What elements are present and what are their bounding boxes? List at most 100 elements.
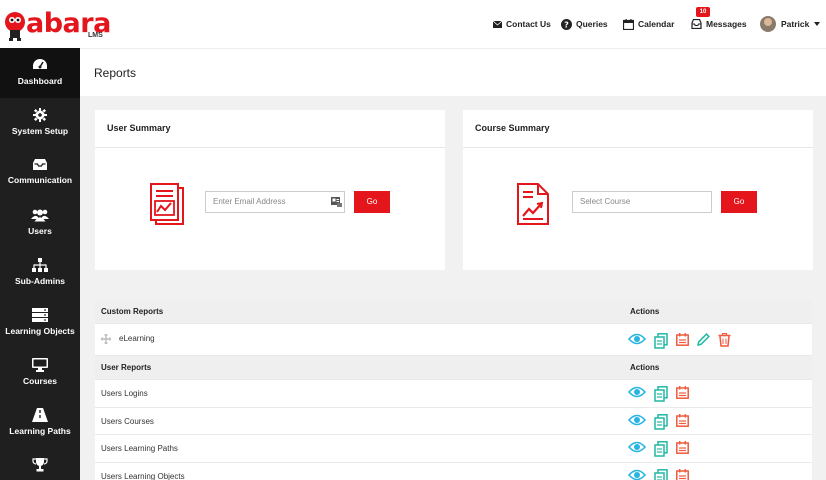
- course-summary-title: Course Summary: [475, 123, 550, 133]
- sidebar-item-learning-objects[interactable]: Learning Objects: [0, 298, 80, 348]
- users-icon: [31, 209, 49, 222]
- trophy-icon: [32, 458, 48, 472]
- delete-trash-icon[interactable]: [718, 333, 731, 347]
- page-header: Reports: [80, 48, 826, 96]
- sidebar: Dashboard System Setup Communication Use…: [0, 48, 80, 480]
- messages-badge: 10: [696, 7, 710, 17]
- schedule-calendar-icon[interactable]: [676, 333, 689, 346]
- sidebar-item-label: System Setup: [11, 126, 69, 136]
- table-row: Users Logins: [95, 380, 812, 408]
- select-course-input[interactable]: Select Course: [572, 191, 712, 213]
- avatar: [760, 16, 776, 32]
- contact-card-icon[interactable]: [331, 197, 342, 207]
- custom-reports-header: Custom Reports: [101, 307, 164, 316]
- sidebar-item-communication[interactable]: Communication: [0, 148, 80, 198]
- copy-icon[interactable]: [654, 468, 668, 480]
- user-summary-go-button[interactable]: Go: [354, 191, 390, 213]
- sidebar-item-label: Communication: [7, 175, 73, 185]
- user-summary-title: User Summary: [107, 123, 171, 133]
- schedule-calendar-icon[interactable]: [676, 468, 689, 480]
- divider: [95, 147, 445, 148]
- view-icon[interactable]: [628, 469, 646, 480]
- sidebar-item-sub-admins[interactable]: Sub-Admins: [0, 248, 80, 298]
- course-summary-go-button[interactable]: Go: [721, 191, 757, 213]
- sidebar-item-achievements[interactable]: [0, 448, 80, 480]
- course-summary-card: Course Summary Select Course Go: [463, 110, 813, 270]
- report-document-icon: [150, 183, 184, 225]
- schedule-calendar-icon[interactable]: [676, 386, 689, 399]
- svg-text:?: ?: [564, 20, 569, 29]
- table-row: eLearning: [95, 324, 812, 356]
- user-name: Patrick: [781, 19, 810, 29]
- user-reports-header-row: User Reports Actions: [95, 356, 812, 380]
- view-icon[interactable]: [628, 441, 646, 453]
- sitemap-icon: [32, 258, 48, 272]
- server-icon: [32, 308, 48, 322]
- sidebar-item-label: Dashboard: [17, 76, 63, 86]
- queries-link[interactable]: ? Queries: [561, 0, 608, 48]
- edit-pencil-icon[interactable]: [697, 333, 710, 346]
- schedule-calendar-icon[interactable]: [676, 413, 689, 427]
- contact-us-label: Contact Us: [506, 19, 551, 29]
- monitor-icon: [32, 358, 48, 372]
- table-row: Users Learning Paths: [95, 435, 812, 463]
- contact-us-link[interactable]: Contact Us: [493, 0, 551, 48]
- row-actions: [628, 386, 689, 402]
- report-name: eLearning: [119, 334, 155, 343]
- user-reports-header: User Reports: [101, 363, 152, 372]
- sidebar-item-label: Learning Objects: [5, 326, 75, 336]
- sidebar-item-label: Learning Paths: [9, 426, 71, 436]
- row-actions: [628, 468, 689, 480]
- envelope-icon: [493, 20, 502, 28]
- email-address-input[interactable]: Enter Email Address: [205, 191, 345, 213]
- sidebar-item-courses[interactable]: Courses: [0, 348, 80, 398]
- gear-icon: [33, 108, 47, 122]
- report-name: Users Learning Paths: [101, 444, 178, 453]
- sidebar-item-users[interactable]: Users: [0, 198, 80, 248]
- inbox-icon: [33, 159, 47, 170]
- reports-table: Custom Reports Actions eLearning User Re…: [95, 300, 812, 480]
- course-report-icon: [517, 183, 549, 225]
- road-icon: [32, 408, 48, 422]
- actions-header: Actions: [630, 363, 660, 372]
- table-row: Users Learning Objects: [95, 462, 812, 480]
- dashboard-icon: [33, 59, 47, 69]
- caret-down-icon: [814, 22, 821, 26]
- report-name: Users Logins: [101, 389, 148, 398]
- copy-icon[interactable]: [654, 413, 668, 430]
- user-summary-card: User Summary Enter Email Address Go: [95, 110, 445, 270]
- view-icon[interactable]: [628, 333, 646, 345]
- question-circle-icon: ?: [561, 18, 572, 30]
- messages-label: Messages: [706, 19, 747, 29]
- copy-icon[interactable]: [654, 441, 668, 457]
- mascot-icon: [5, 12, 25, 41]
- brand-logo[interactable]: abara LMS: [4, 4, 114, 46]
- actions-header: Actions: [630, 307, 660, 316]
- brand-sub: LMS: [88, 32, 103, 39]
- sidebar-item-label: Sub-Admins: [14, 276, 66, 286]
- page-title: Reports: [94, 66, 137, 80]
- user-menu[interactable]: Patrick: [760, 0, 821, 48]
- sidebar-item-dashboard[interactable]: Dashboard: [0, 48, 80, 98]
- report-name: Users Courses: [101, 416, 154, 426]
- sidebar-item-system-setup[interactable]: System Setup: [0, 98, 80, 148]
- sidebar-item-learning-paths[interactable]: Learning Paths: [0, 398, 80, 448]
- row-actions: [628, 441, 689, 457]
- calendar-icon: [623, 18, 634, 30]
- row-actions: [628, 413, 689, 430]
- calendar-label: Calendar: [638, 19, 675, 29]
- calendar-link[interactable]: Calendar: [623, 0, 674, 48]
- sidebar-item-label: Courses: [22, 376, 57, 386]
- copy-icon[interactable]: [654, 333, 668, 349]
- divider: [463, 147, 813, 148]
- schedule-calendar-icon[interactable]: [676, 441, 689, 454]
- queries-label: Queries: [576, 19, 608, 29]
- row-actions: [628, 333, 731, 349]
- table-row: Users Courses: [95, 407, 812, 435]
- view-icon[interactable]: [628, 386, 646, 398]
- drag-handle-icon[interactable]: [101, 334, 111, 344]
- inbox-icon: [691, 19, 702, 29]
- view-icon[interactable]: [628, 414, 646, 426]
- custom-reports-header-row: Custom Reports Actions: [95, 300, 812, 324]
- copy-icon[interactable]: [654, 386, 668, 402]
